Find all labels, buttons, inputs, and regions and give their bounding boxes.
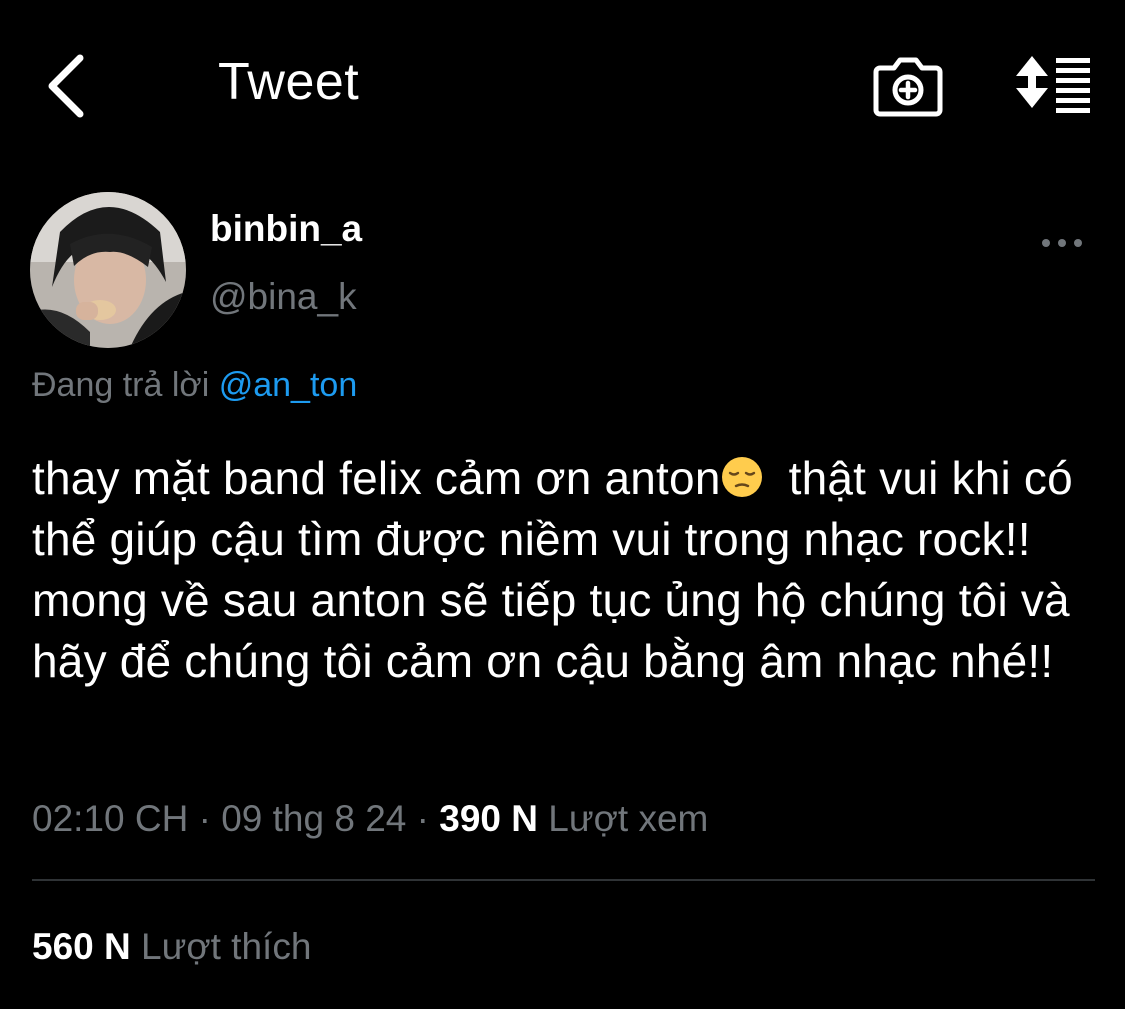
avatar[interactable] [30, 192, 186, 348]
tweet-date[interactable]: 09 thg 8 24 [221, 798, 406, 839]
avatar-photo [30, 192, 186, 348]
chevron-left-icon [48, 54, 84, 118]
sort-button[interactable] [1010, 54, 1094, 114]
likes-stat[interactable]: 560 N Lượt thích [32, 926, 311, 968]
reply-mention-link[interactable]: @an_ton [219, 366, 358, 404]
display-name[interactable]: binbin_a [210, 208, 362, 250]
sort-list-icon [1016, 56, 1090, 113]
divider [32, 879, 1095, 881]
likes-count[interactable]: 560 N [32, 926, 131, 967]
separator-dot: · [416, 798, 429, 839]
back-button[interactable] [36, 46, 106, 126]
tweet-text: thay mặt band felix cảm ơn anton thật vu… [32, 448, 1112, 692]
top-bar: Tweet [0, 0, 1125, 170]
likes-label[interactable]: Lượt thích [141, 926, 311, 967]
replying-to: Đang trả lời @an_ton [32, 366, 357, 405]
views-label[interactable]: Lượt xem [548, 798, 708, 839]
user-handle[interactable]: @bina_k [210, 276, 357, 318]
camera-button[interactable] [870, 54, 946, 118]
camera-plus-icon [873, 57, 943, 117]
tweet-time[interactable]: 02:10 CH [32, 798, 188, 839]
separator-dot: · [198, 798, 211, 839]
tweet-meta: 02:10 CH · 09 thg 8 24 · 390 N Lượt xem [32, 798, 708, 840]
replying-to-label: Đang trả lời [32, 366, 210, 404]
views-count[interactable]: 390 N [439, 798, 538, 839]
tweet-text-part1: thay mặt band felix cảm ơn anton [32, 452, 721, 504]
pensive-face-emoji-icon [721, 452, 763, 497]
page-title: Tweet [218, 53, 360, 111]
more-horizontal-icon [1042, 239, 1082, 247]
more-options-button[interactable] [1038, 228, 1088, 258]
